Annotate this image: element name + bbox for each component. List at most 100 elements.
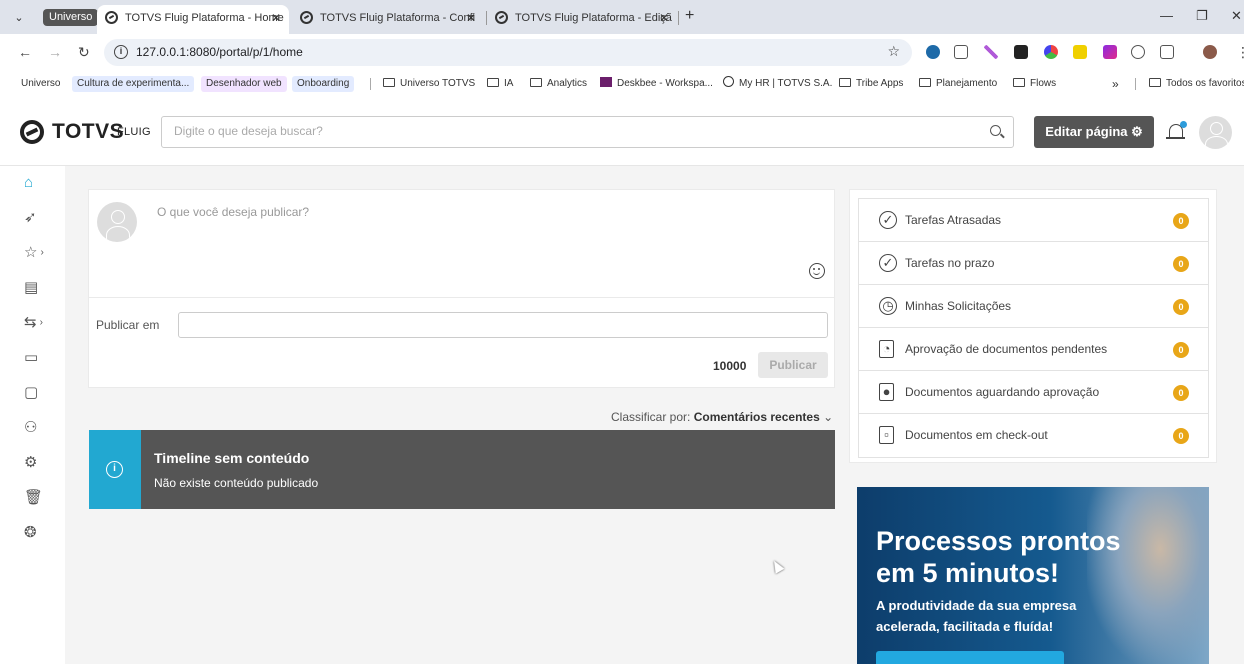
extension-icon[interactable] (1073, 45, 1087, 59)
close-icon[interactable]: ✕ (659, 5, 669, 31)
tab-home[interactable]: TOTVS Fluig Plataforma - Home ✕ (97, 5, 289, 34)
bookmark-label: My HR | TOTVS S.A. (739, 78, 833, 89)
bookmark-item[interactable]: My HR | TOTVS S.A. (723, 76, 832, 92)
restore-icon[interactable]: ❐ (1196, 8, 1208, 24)
totvs-logo-icon[interactable] (20, 120, 44, 144)
totvs-icon (723, 76, 734, 87)
user-avatar[interactable] (1199, 116, 1232, 149)
tab-title: TOTVS Fluig Plataforma - Home (125, 12, 284, 24)
tab-edit[interactable]: TOTVS Fluig Plataforma - Ediçã ✕ (487, 5, 677, 34)
settings-gear-icon[interactable]: ⚙ (24, 452, 54, 474)
alert-description: Não existe conteúdo publicado (154, 476, 319, 490)
post-textarea[interactable] (157, 205, 797, 247)
rocket-icon[interactable]: ➶ (24, 207, 54, 229)
document-clock-icon: ◔ (879, 340, 894, 358)
bookmark-folder[interactable]: Analytics (530, 76, 587, 92)
search-box (161, 116, 1014, 148)
banner-cta-button[interactable] (876, 651, 1064, 664)
task-label: Minhas Solicitações (905, 299, 1012, 313)
bookmark-item[interactable]: Onboarding (292, 76, 355, 92)
favorites-star-icon[interactable]: ☆ › (24, 242, 54, 264)
extension-icon[interactable] (1014, 45, 1028, 59)
bookmark-label: Todos os favoritos (1166, 78, 1244, 89)
profile-avatar[interactable] (1203, 45, 1217, 59)
divider (89, 297, 834, 298)
extension-icon[interactable] (1044, 45, 1058, 59)
folder-icon (1149, 78, 1161, 87)
bookmark-item[interactable]: Universo (21, 76, 60, 92)
publish-in-field[interactable] (178, 312, 828, 338)
extensions-puzzle-icon[interactable] (1160, 45, 1174, 59)
bookmarks-overflow-button[interactable]: » (1112, 76, 1119, 92)
tab-group-chip[interactable]: Universo (43, 9, 99, 26)
address-bar[interactable]: i 127.0.0.1:8080/portal/p/1/home ☆ (104, 39, 912, 66)
bookmark-folder[interactable]: Tribe Apps (839, 76, 903, 92)
bookmark-item[interactable]: Desenhador web (201, 76, 287, 92)
bookmark-folder[interactable]: Planejamento (919, 76, 997, 92)
bookmark-label: Deskbee - Workspa... (617, 78, 713, 89)
mouse-cursor (769, 558, 785, 574)
alert-title: Timeline sem conteúdo (154, 450, 310, 466)
bookmark-folder[interactable]: Universo TOTVS (383, 76, 475, 92)
extension-icon[interactable] (984, 45, 998, 59)
reload-icon[interactable]: ↻ (78, 44, 90, 61)
search-icon[interactable] (990, 125, 1001, 136)
sort-control[interactable]: Classificar por: Comentários recentes ⌄ (611, 410, 833, 424)
bookmark-item[interactable]: Deskbee - Workspa... (600, 76, 713, 92)
folder-icon (530, 78, 542, 87)
search-input[interactable] (174, 124, 954, 138)
extension-icon[interactable] (954, 45, 968, 59)
deskbee-icon (600, 77, 612, 87)
logo-subtext[interactable]: FLUIG (117, 126, 151, 138)
tab-title: TOTVS Fluig Plataforma - Confi (320, 12, 476, 24)
bookmark-label: Planejamento (936, 78, 998, 89)
window-close-icon[interactable]: ✕ (1231, 8, 1242, 24)
bookmark-separator (370, 78, 371, 90)
docs-checked-out-row[interactable]: ▫ Documentos em check-out 0 (859, 414, 1208, 457)
home-icon[interactable]: ⌂ (24, 172, 54, 194)
check-circle-icon: ✓ (879, 254, 897, 272)
processes-icon[interactable]: ⇆ › (24, 312, 54, 334)
all-bookmarks-folder[interactable]: Todos os favoritos (1149, 76, 1244, 92)
back-arrow-icon[interactable]: ← (18, 44, 32, 60)
banner-subtitle-line: A produtividade da sua empresa (876, 598, 1077, 613)
forward-arrow-icon[interactable]: → (48, 44, 62, 60)
banner-subtitle: A produtividade da sua empresa acelerada… (876, 595, 1076, 637)
chevron-right-icon: › (39, 317, 43, 328)
minimize-icon[interactable]: — (1160, 8, 1173, 23)
flame-icon[interactable]: ❂ (24, 522, 54, 544)
bookmark-folder[interactable]: IA (487, 76, 513, 92)
app-header: TOTVS FLUIG Editar página ⚙ (0, 96, 1244, 166)
pending-doc-approval-row[interactable]: ◔ Aprovação de documentos pendentes 0 (859, 328, 1208, 371)
close-icon[interactable]: ✕ (271, 5, 281, 31)
promo-banner[interactable]: Processos prontos em 5 minutos! A produt… (857, 487, 1209, 664)
chat-icon[interactable]: ▢ (24, 382, 54, 404)
presentation-icon[interactable]: ▭ (24, 347, 54, 369)
edit-page-button[interactable]: Editar página ⚙ (1034, 116, 1154, 148)
publish-button[interactable]: Publicar (758, 352, 828, 378)
tab-search-icon[interactable]: ⌄ (10, 9, 28, 27)
trash-icon[interactable]: 🗑 (24, 487, 54, 509)
extension-icon[interactable] (926, 45, 940, 59)
extension-icon[interactable] (1131, 45, 1145, 59)
users-icon[interactable]: ⚇ (24, 417, 54, 439)
logo-text[interactable]: TOTVS (52, 120, 124, 144)
site-info-icon[interactable]: i (114, 45, 128, 59)
task-overdue-row[interactable]: ✓ Tarefas Atrasadas 0 (859, 199, 1208, 242)
documents-icon[interactable]: ▤ (24, 277, 54, 299)
task-label: Documentos em check-out (905, 428, 1048, 442)
bookmark-item[interactable]: Cultura de experimenta... (72, 76, 195, 92)
task-on-time-row[interactable]: ✓ Tarefas no prazo 0 (859, 242, 1208, 285)
new-tab-plus-icon[interactable]: + (685, 7, 694, 25)
browser-menu-icon[interactable]: ⋮ (1236, 44, 1244, 61)
tab-config[interactable]: TOTVS Fluig Plataforma - Confi ✕ (292, 5, 484, 34)
close-icon[interactable]: ✕ (466, 5, 476, 31)
bookmark-folder[interactable]: Flows (1013, 76, 1056, 92)
my-requests-row[interactable]: ◷ Minhas Solicitações 0 (859, 285, 1208, 328)
emoji-icon[interactable] (809, 263, 825, 279)
docs-awaiting-approval-row[interactable]: ● Documentos aguardando aprovação 0 (859, 371, 1208, 414)
extension-icon[interactable] (1103, 45, 1117, 59)
tab-title: TOTVS Fluig Plataforma - Ediçã (515, 12, 672, 24)
bookmark-star-icon[interactable]: ☆ (887, 43, 900, 60)
alert-icon-area: i (89, 430, 141, 509)
